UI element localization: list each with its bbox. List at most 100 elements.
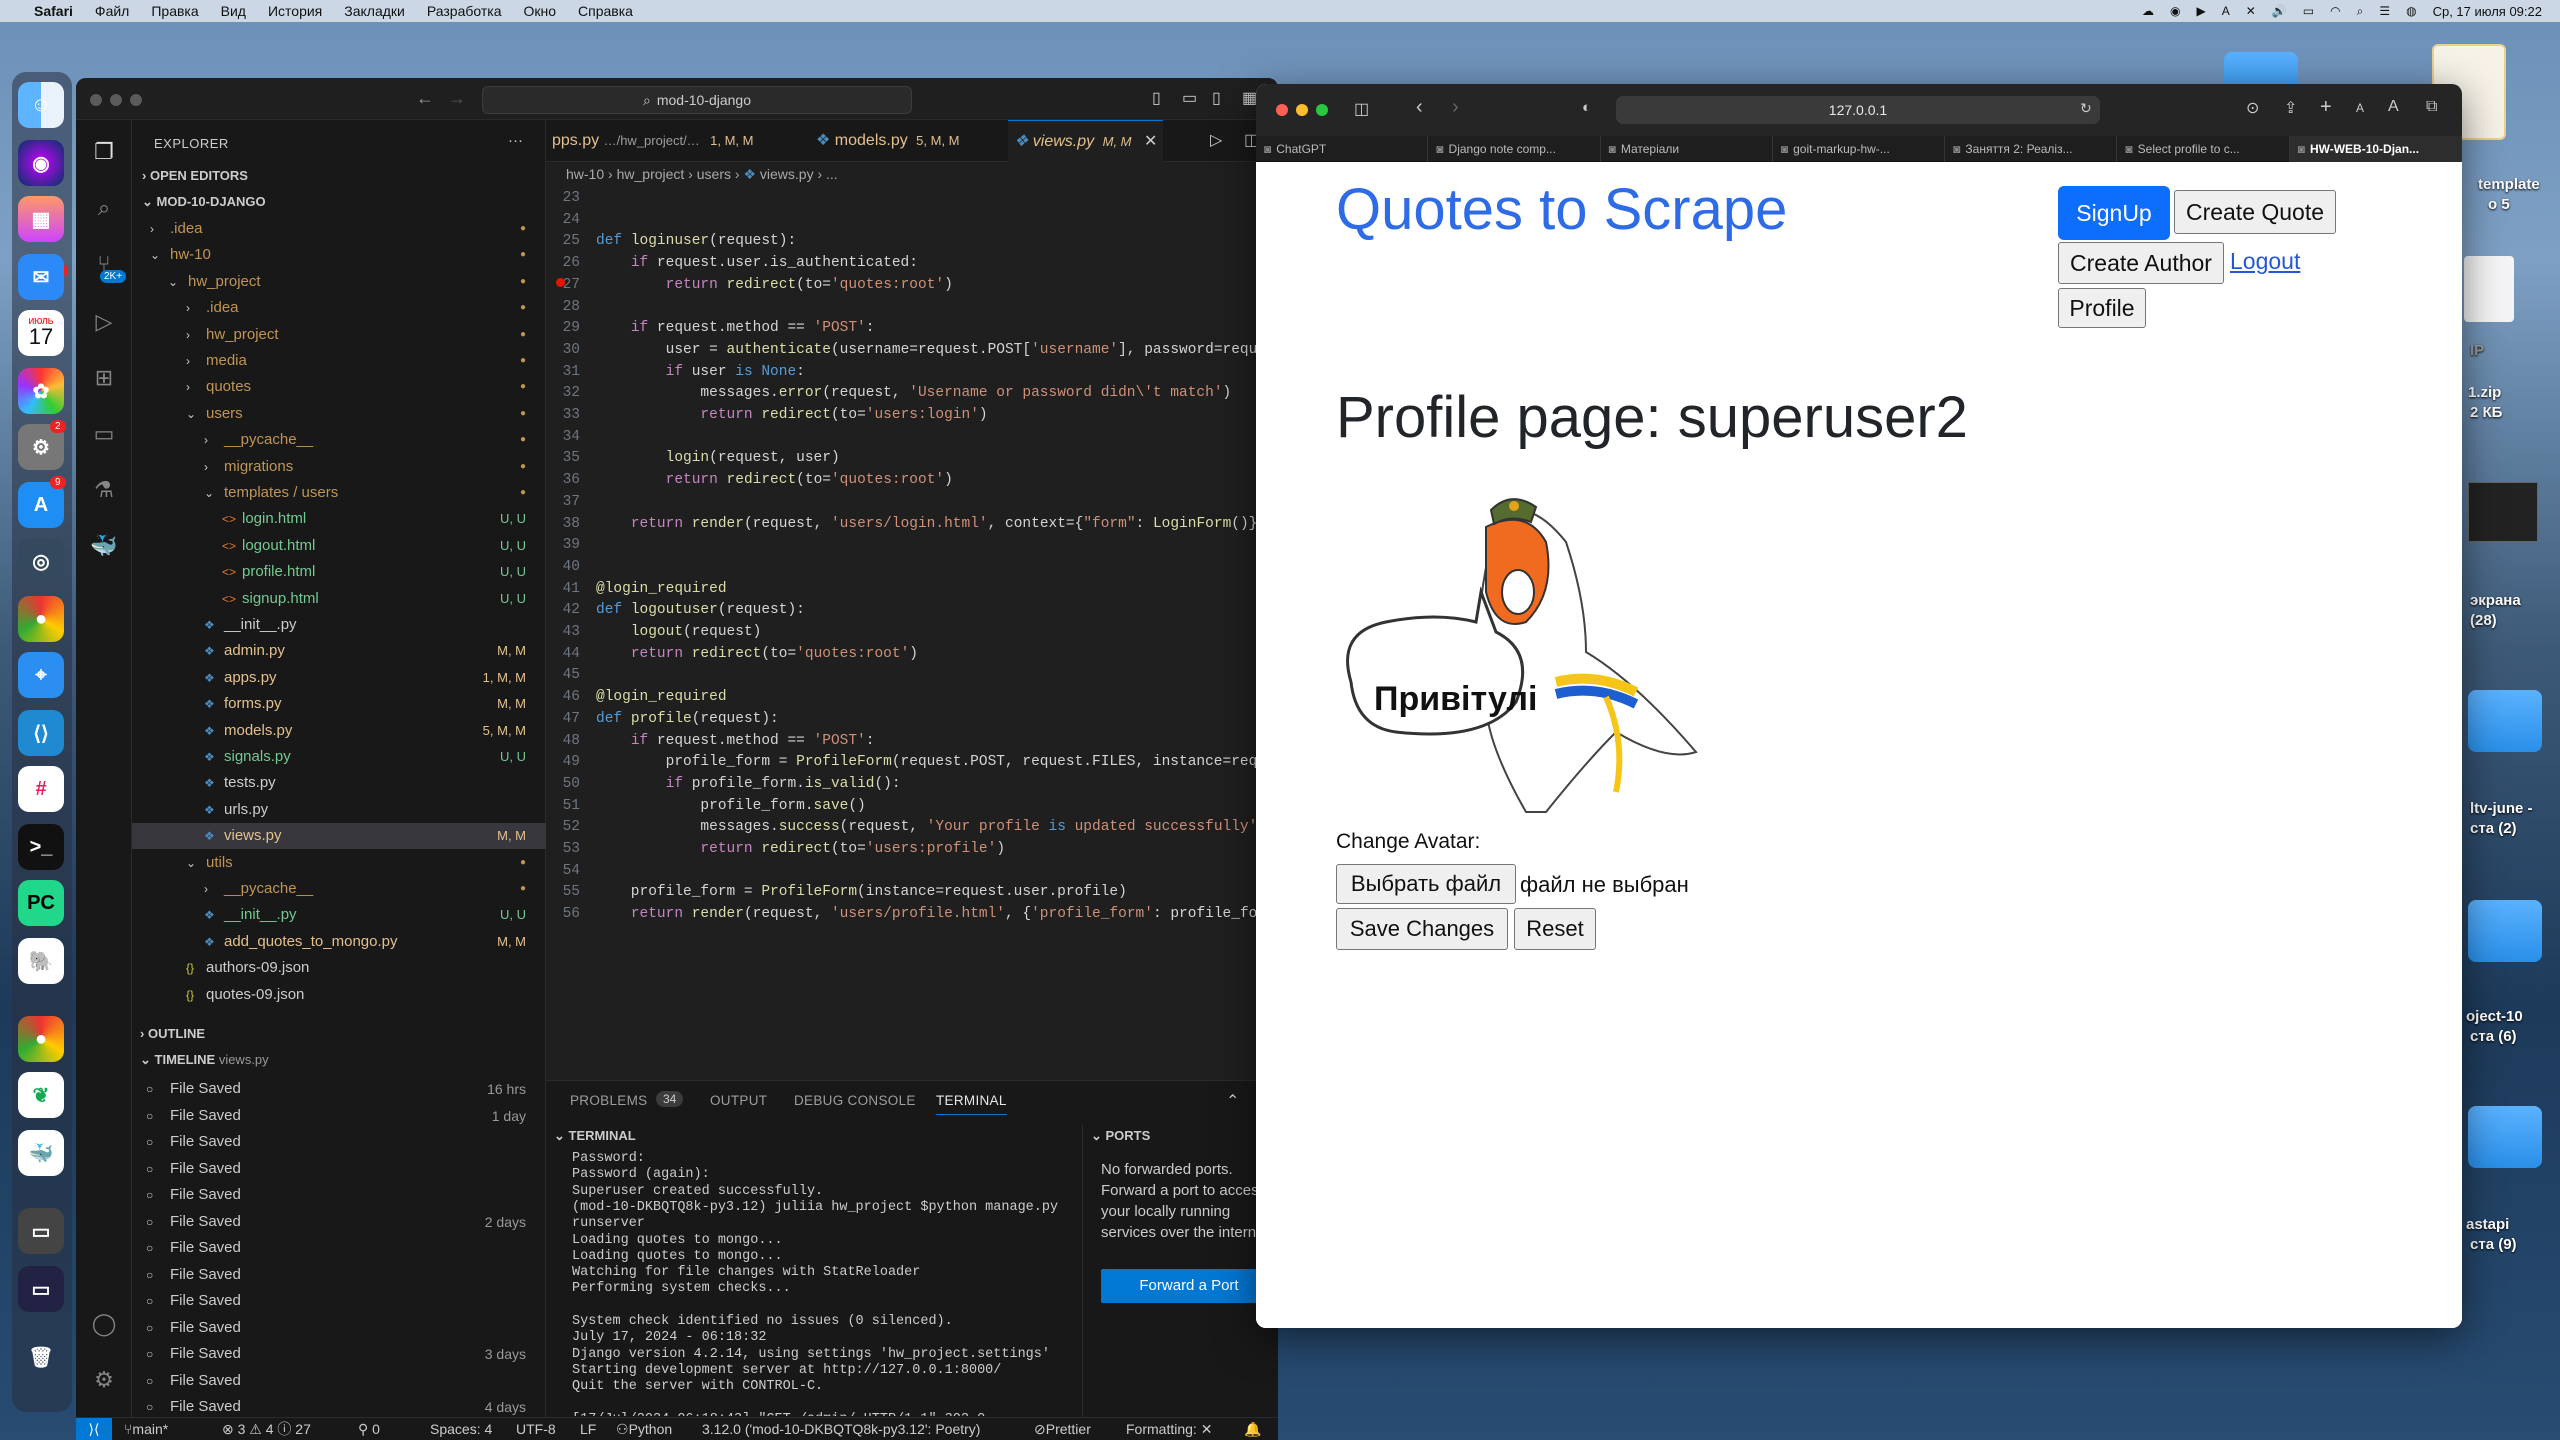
menu-app-name[interactable]: Safari [34, 3, 73, 19]
branch-status[interactable]: ⑂ main* [124, 1418, 168, 1440]
back-arrow-icon[interactable]: ← [416, 88, 434, 109]
extensions-icon[interactable]: ⊞ [90, 364, 118, 392]
code-line[interactable]: 55 profile_form = ProfileForm(instance=r… [546, 882, 1278, 904]
menubar-clock[interactable]: Ср, 17 июля 09:22 [2433, 4, 2542, 19]
breadcrumb-item[interactable]: hw-10 [566, 166, 604, 182]
menu-edit[interactable]: Правка [151, 3, 198, 19]
explorer-item[interactable]: ❖ tests.py [132, 770, 546, 796]
explorer-item[interactable]: <> login.html U, U [132, 506, 546, 532]
browser-tab[interactable]: ◙ goit-markup-hw-... [1773, 136, 1946, 162]
tab-debug-console[interactable]: DEBUG CONSOLE [794, 1093, 916, 1108]
code-line[interactable]: 24 [546, 210, 1278, 232]
code-line[interactable]: 28 [546, 297, 1278, 319]
terminal-output[interactable]: Password: Password (again): Superuser crea… [546, 1151, 1082, 1416]
share-icon[interactable]: ⇪ [2284, 98, 2297, 118]
menu-bookmarks[interactable]: Закладки [344, 3, 405, 19]
timeline-item[interactable]: ○ File Saved [132, 1315, 546, 1341]
creative-cloud-icon[interactable]: ◉ [2170, 4, 2180, 18]
code-line[interactable]: 45 [546, 665, 1278, 687]
weather-icon[interactable]: ☁ [2142, 4, 2154, 18]
mute-icon[interactable]: ✕ [2246, 4, 2256, 18]
explorer-item[interactable]: ❖ admin.py M, M [132, 638, 546, 664]
minimize-window-button[interactable] [110, 94, 122, 106]
open-editors-section[interactable]: › OPEN EDITORS [142, 168, 248, 183]
docker-icon[interactable]: 🐳 [90, 532, 118, 560]
sidebar-toggle-icon[interactable]: ◫ [1354, 99, 1369, 119]
breadcrumb-item[interactable]: views.py [760, 166, 814, 182]
menu-develop[interactable]: Разработка [427, 3, 502, 19]
tab-views-py[interactable]: ❖ views.py M, M ✕ [1008, 120, 1164, 162]
photos-icon[interactable]: ✿ [18, 368, 64, 414]
forward-arrow-icon[interactable]: → [448, 88, 466, 109]
code-line[interactable]: 48 if request.method == 'POST': [546, 731, 1278, 753]
toggle-panel-icon[interactable]: ▭ [1182, 88, 1197, 108]
explorer-item[interactable]: › __pycache__ ● [132, 876, 546, 902]
desktop-screenshot-thumb[interactable] [2468, 482, 2538, 542]
minimize-window-button[interactable] [1296, 104, 1308, 116]
toggle-secondary-sidebar-icon[interactable]: ▯ [1212, 88, 1221, 108]
siri-icon[interactable]: ◍ [2406, 4, 2416, 18]
code-line[interactable]: 41 @login_required [546, 579, 1278, 601]
toggle-sidebar-icon[interactable]: ▯ [1152, 88, 1161, 108]
code-line[interactable]: 51 profile_form.save() [546, 796, 1278, 818]
menu-file[interactable]: Файл [95, 3, 129, 19]
save-changes-button[interactable]: Save Changes [1336, 908, 1508, 950]
desktop-folder-icon[interactable] [2468, 690, 2542, 752]
site-title-link[interactable]: Quotes to Scrape [1336, 176, 1787, 243]
code-line[interactable]: 39 [546, 535, 1278, 557]
safari-icon[interactable]: ⌖ [18, 652, 64, 698]
manage-gear-icon[interactable]: ⚙ [90, 1366, 118, 1394]
explorer-item[interactable]: ❖ views.py M, M [132, 823, 546, 850]
control-center-icon[interactable]: ☰ [2379, 4, 2390, 18]
docker-icon[interactable]: 🐳 [18, 1130, 64, 1176]
code-line[interactable]: 34 [546, 427, 1278, 449]
code-line[interactable]: 52 messages.success(request, 'Your profi… [546, 817, 1278, 839]
code-area[interactable]: 23 24 25 def loginuser(request): 26 if reque… [546, 188, 1278, 1008]
browser-tab[interactable]: ◙ Select profile to c... [2117, 136, 2290, 162]
privacy-shield-icon[interactable]: ◐ [1582, 99, 1591, 116]
run-file-icon[interactable]: ▷ [1210, 130, 1222, 150]
tab-output[interactable]: OUTPUT [710, 1093, 767, 1108]
explorer-item[interactable]: ⌄ users ● [132, 401, 546, 427]
explorer-item[interactable]: ⌄ hw_project ● [132, 269, 546, 295]
timeline-item[interactable]: ○ File Saved 1 day [132, 1103, 546, 1129]
calendar-icon[interactable]: ИЮЛЬ 17 [18, 310, 64, 356]
volume-icon[interactable]: 🔊 [2272, 4, 2287, 18]
explorer-item[interactable]: <> profile.html U, U [132, 559, 546, 585]
tab-models-py[interactable]: ❖ models.py 5, M, M [810, 120, 966, 162]
address-bar[interactable]: 127.0.0.1 [1616, 96, 2100, 124]
recent-window-icon-2[interactable]: ▭ [18, 1266, 64, 1312]
explorer-item[interactable]: ⌄ hw-10 ● [132, 242, 546, 268]
code-line[interactable]: 25 def loginuser(request): [546, 231, 1278, 253]
battery-icon[interactable]: ▭ [2303, 4, 2314, 18]
code-line[interactable]: 42 def logoutuser(request): [546, 600, 1278, 622]
interpreter-status[interactable]: 3.12.0 ('mod-10-DKBQTQ8k-py3.12': Poetry… [702, 1418, 980, 1440]
timeline-item[interactable]: ○ File Saved 4 days [132, 1394, 546, 1416]
explorer-item[interactable]: {} quotes-09.json [132, 982, 546, 1006]
code-line[interactable]: 43 logout(request) [546, 622, 1278, 644]
zoom-window-button[interactable] [1316, 104, 1328, 116]
timeline-item[interactable]: ○ File Saved 3 days [132, 1341, 546, 1367]
code-line[interactable]: 38 return render(request, 'users/login.h… [546, 514, 1278, 536]
explorer-item[interactable]: ❖ __init__.py U, U [132, 902, 546, 928]
browser-tab[interactable]: ◙ Django note comp... [1428, 136, 1601, 162]
desktop-file-icon[interactable] [2464, 256, 2514, 322]
remote-indicator[interactable]: ⟩⟨ [76, 1418, 112, 1440]
text-larger-icon[interactable]: A [2388, 98, 2399, 116]
explorer-item[interactable]: ❖ forms.py M, M [132, 691, 546, 717]
code-line[interactable]: 36 return redirect(to='quotes:root') [546, 470, 1278, 492]
signup-button[interactable]: SignUp [2058, 186, 2170, 240]
prettier-status[interactable]: ⊘ Prettier [1034, 1418, 1091, 1440]
explorer-files-icon[interactable]: ❐ [90, 138, 118, 166]
indentation-status[interactable]: Spaces: 4 [430, 1418, 492, 1440]
browser-tab[interactable]: ◙ HW-WEB-10-Djan... [2289, 136, 2462, 162]
browser-tab[interactable]: ◙ ChatGPT [1256, 136, 1429, 162]
ports-status[interactable]: ⚲ 0 [358, 1418, 380, 1440]
outline-section[interactable]: › OUTLINE [140, 1026, 205, 1041]
accounts-icon[interactable]: ◯ [90, 1310, 118, 1338]
explorer-item[interactable]: ❖ __init__.py [132, 612, 546, 638]
timeline-item[interactable]: ○ File Saved [132, 1262, 546, 1288]
code-line[interactable]: 49 profile_form = ProfileForm(request.PO… [546, 752, 1278, 774]
menu-help[interactable]: Справка [578, 3, 633, 19]
reload-icon[interactable]: ↻ [2080, 100, 2092, 117]
